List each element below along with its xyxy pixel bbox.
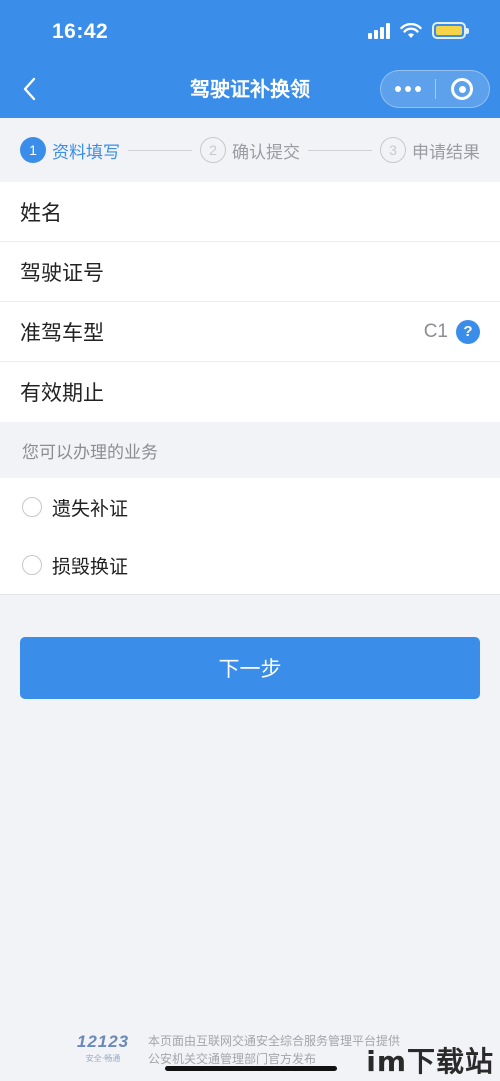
license-number-label: 驾驶证号 bbox=[20, 260, 104, 285]
option-damaged-replacement[interactable]: 损毁换证 bbox=[0, 536, 500, 594]
signal-icon bbox=[368, 22, 390, 39]
step-number: 1 bbox=[20, 137, 46, 163]
option-lost-replacement[interactable]: 遗失补证 bbox=[0, 478, 500, 536]
status-time: 16:42 bbox=[52, 20, 109, 43]
footer-line-1: 本页面由互联网交通安全综合服务管理平台提供 bbox=[148, 1034, 401, 1048]
name-row: 姓名 bbox=[0, 182, 500, 242]
step-3: 3 申请结果 bbox=[380, 137, 480, 163]
more-dots-icon bbox=[394, 86, 421, 92]
step-2: 2 确认提交 bbox=[200, 137, 300, 163]
license-number-input[interactable] bbox=[170, 242, 480, 301]
step-connector bbox=[128, 149, 192, 151]
info-form: 姓名 驾驶证号 准驾车型 C1 ? 有效期止 bbox=[0, 182, 500, 422]
radio-button[interactable] bbox=[22, 497, 42, 517]
wifi-icon bbox=[400, 22, 422, 38]
radio-button[interactable] bbox=[22, 555, 42, 575]
close-miniapp-button[interactable] bbox=[436, 71, 490, 107]
option-label: 遗失补证 bbox=[52, 497, 129, 520]
vehicle-class-value: C1 bbox=[423, 320, 448, 342]
option-label: 损毁换证 bbox=[52, 555, 129, 578]
footer-text: 本页面由互联网交通安全综合服务管理平台提供 公安机关交通管理部门官方发布 bbox=[148, 1032, 400, 1068]
miniapp-capsule bbox=[380, 70, 490, 108]
name-label: 姓名 bbox=[20, 200, 62, 225]
battery-icon bbox=[432, 22, 469, 39]
app-header: 16:42 驾驶证补换领 bbox=[0, 0, 500, 118]
name-input[interactable] bbox=[170, 182, 480, 241]
step-number: 2 bbox=[200, 137, 226, 163]
home-indicator[interactable] bbox=[165, 1066, 337, 1071]
logo-12123: 12123 安全·畅通 bbox=[70, 1032, 136, 1064]
license-number-row: 驾驶证号 bbox=[0, 242, 500, 302]
expiry-label: 有效期止 bbox=[20, 381, 104, 405]
logo-number: 12123 bbox=[76, 1032, 130, 1051]
expiry-row[interactable]: 有效期止 bbox=[0, 362, 500, 422]
watermark: im下载站 bbox=[366, 1045, 494, 1078]
step-label: 申请结果 bbox=[412, 142, 480, 163]
step-1: 1 资料填写 bbox=[20, 137, 120, 163]
status-icons bbox=[368, 22, 469, 39]
help-icon[interactable]: ? bbox=[456, 319, 480, 344]
step-number: 3 bbox=[380, 137, 406, 163]
vehicle-class-label: 准驾车型 bbox=[20, 320, 104, 345]
services-title: 您可以办理的业务 bbox=[22, 442, 158, 463]
step-indicator: 1 资料填写 2 确认提交 3 申请结果 bbox=[0, 118, 500, 182]
vehicle-class-row[interactable]: 准驾车型 C1 ? bbox=[0, 302, 500, 362]
step-connector bbox=[308, 149, 372, 151]
next-step-button[interactable]: 下一步 bbox=[20, 637, 480, 699]
logo-tagline: 安全·畅通 bbox=[85, 1054, 121, 1063]
target-icon bbox=[451, 78, 474, 100]
step-label: 确认提交 bbox=[232, 142, 300, 163]
step-label: 资料填写 bbox=[52, 142, 120, 163]
service-options: 遗失补证 损毁换证 bbox=[0, 478, 500, 595]
more-button[interactable] bbox=[381, 71, 435, 107]
